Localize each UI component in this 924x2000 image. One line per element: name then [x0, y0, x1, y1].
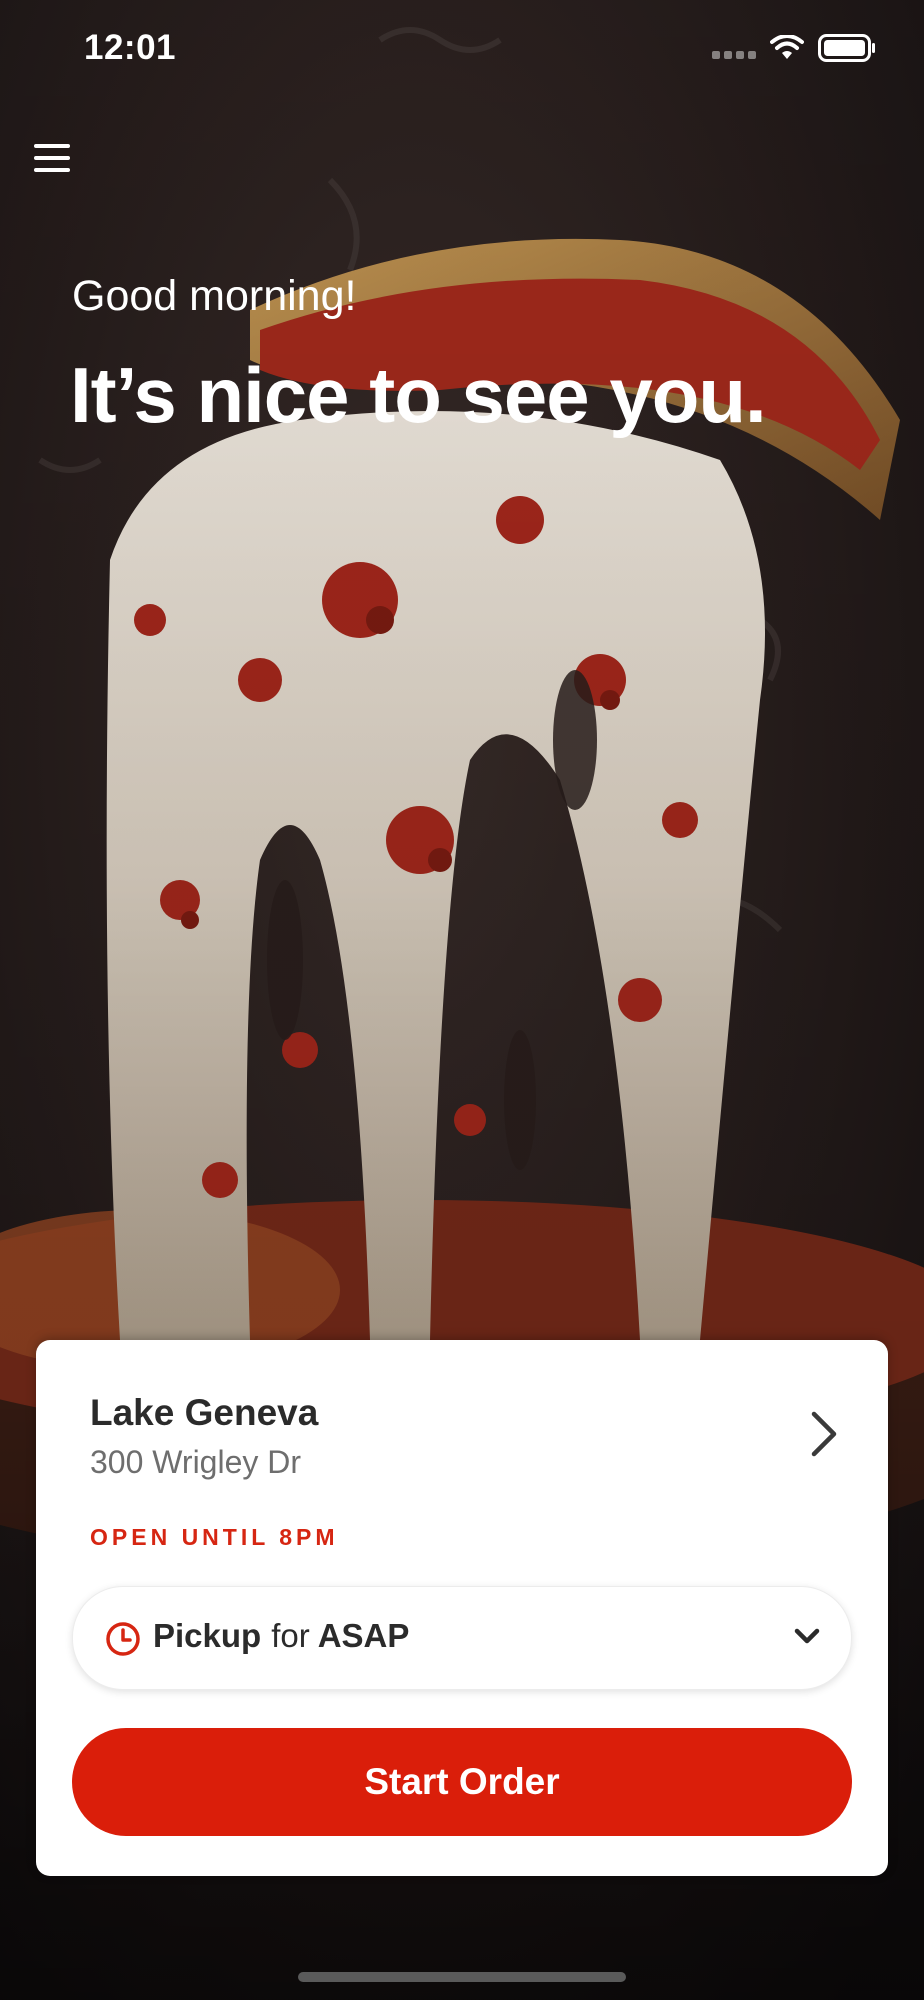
status-bar: 12:01 [0, 0, 924, 100]
greeting-text: Good morning! [72, 272, 357, 320]
pickup-summary: Pickup for ASAP [153, 1617, 409, 1655]
pickup-time-selector[interactable]: Pickup for ASAP [72, 1586, 852, 1690]
menu-icon[interactable] [34, 140, 74, 180]
location-details-link[interactable]: Lake Geneva 300 Wrigley Dr [36, 1340, 888, 1500]
chevron-down-icon [794, 1628, 820, 1644]
location-card: Lake Geneva 300 Wrigley Dr OPEN UNTIL 8P… [36, 1340, 888, 1876]
home-screen: 12:01 Good morning! It’s nice to see you… [0, 0, 924, 2000]
location-name: Lake Geneva [90, 1392, 319, 1433]
hours-status: OPEN UNTIL 8PM [90, 1524, 339, 1550]
start-order-button[interactable]: Start Order [72, 1728, 852, 1836]
status-time: 12:01 [84, 28, 177, 67]
status-icons [712, 34, 876, 62]
location-address: 300 Wrigley Dr [90, 1444, 302, 1480]
chevron-right-icon [811, 1411, 837, 1457]
order-method: Pickup [153, 1617, 262, 1654]
order-time: ASAP [317, 1617, 410, 1654]
home-indicator [298, 1972, 626, 1982]
cellular-signal-icon [712, 37, 756, 59]
clock-icon [106, 1622, 140, 1656]
page-title: It’s nice to see you. [70, 351, 767, 439]
order-connector: for [271, 1617, 310, 1654]
wifi-icon [770, 35, 804, 59]
battery-icon [818, 34, 875, 62]
